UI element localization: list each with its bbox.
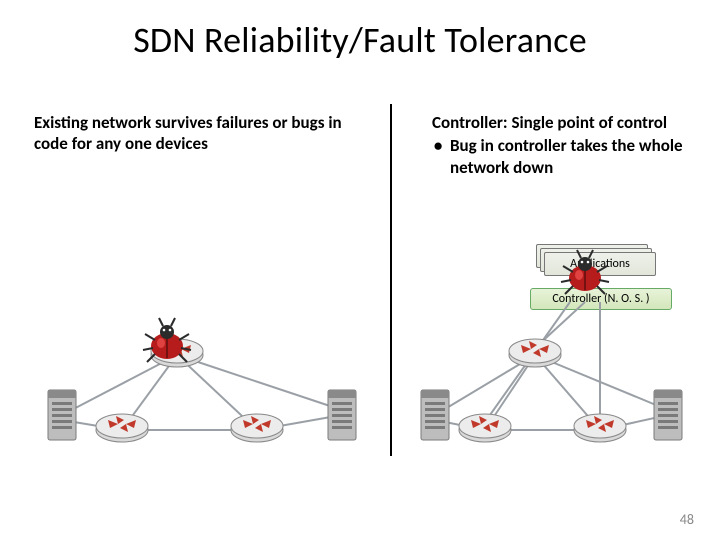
right-caption: Controller: Single point of control Bug …: [432, 112, 694, 178]
bug-on-controller-icon: [555, 242, 615, 302]
vertical-divider: [390, 104, 392, 456]
right-bullet-1: Bug in controller takes the whole networ…: [450, 135, 694, 178]
page-number: 48: [680, 511, 694, 528]
left-caption: Existing network survives failures or bu…: [34, 112, 354, 155]
slide-title: SDN Reliability/Fault Tolerance: [0, 18, 720, 62]
right-network-diagram: [400, 300, 700, 470]
left-network-diagram: [22, 300, 382, 470]
right-heading: Controller: Single point of control: [432, 112, 694, 133]
